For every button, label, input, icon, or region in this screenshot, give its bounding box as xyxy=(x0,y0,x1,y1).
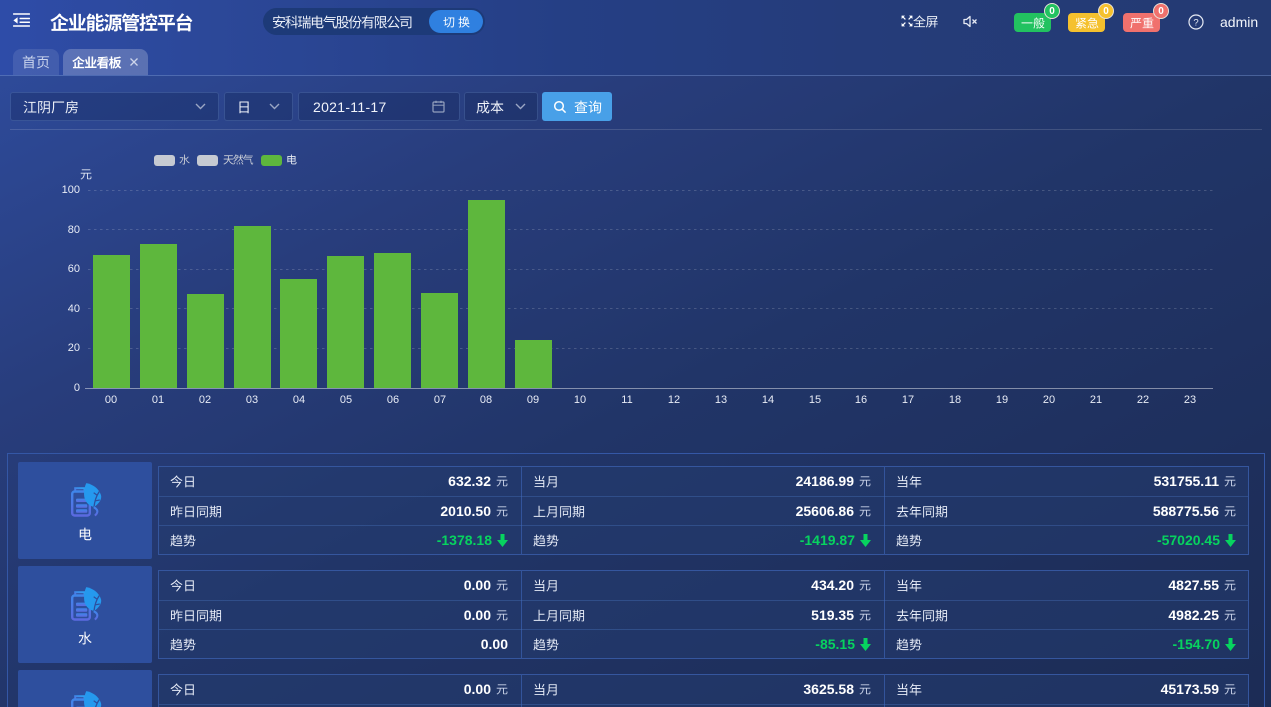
svg-text:?: ? xyxy=(1193,17,1198,28)
